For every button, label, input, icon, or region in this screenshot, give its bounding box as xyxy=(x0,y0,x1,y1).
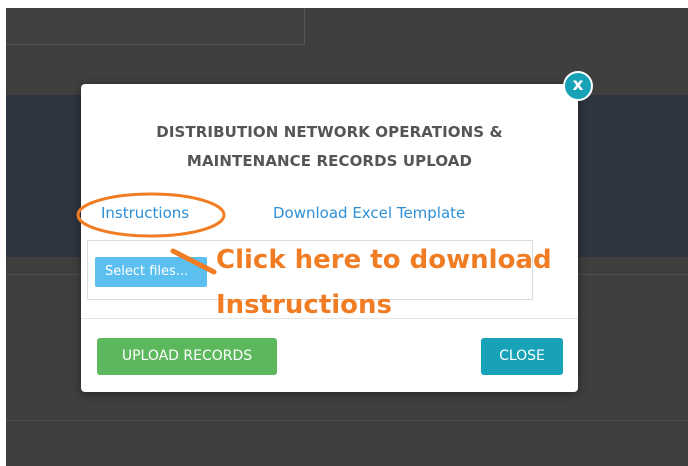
close-button[interactable]: CLOSE xyxy=(481,338,563,375)
download-template-link[interactable]: Download Excel Template xyxy=(273,204,465,222)
page-top-strip xyxy=(0,0,688,8)
dialog-title-line1: DISTRIBUTION NETWORK OPERATIONS & xyxy=(156,123,503,141)
screen: DISTRIBUTION NETWORK OPERATIONS & MAINTE… xyxy=(0,0,688,466)
select-files-button[interactable]: Select files... xyxy=(95,257,207,287)
annotation-text-line1: Click here to download xyxy=(216,245,552,275)
upload-dialog: DISTRIBUTION NETWORK OPERATIONS & MAINTE… xyxy=(81,84,578,392)
instructions-link[interactable]: Instructions xyxy=(101,204,189,222)
upload-records-button[interactable]: UPLOAD RECORDS xyxy=(97,338,277,375)
close-icon[interactable]: x xyxy=(563,71,593,101)
background-panel xyxy=(6,8,305,45)
background-divider xyxy=(6,420,688,421)
annotation-text-line2: Instructions xyxy=(216,290,393,320)
dialog-title: DISTRIBUTION NETWORK OPERATIONS & MAINTE… xyxy=(81,118,578,176)
dialog-title-line2: MAINTENANCE RECORDS UPLOAD xyxy=(186,152,473,170)
